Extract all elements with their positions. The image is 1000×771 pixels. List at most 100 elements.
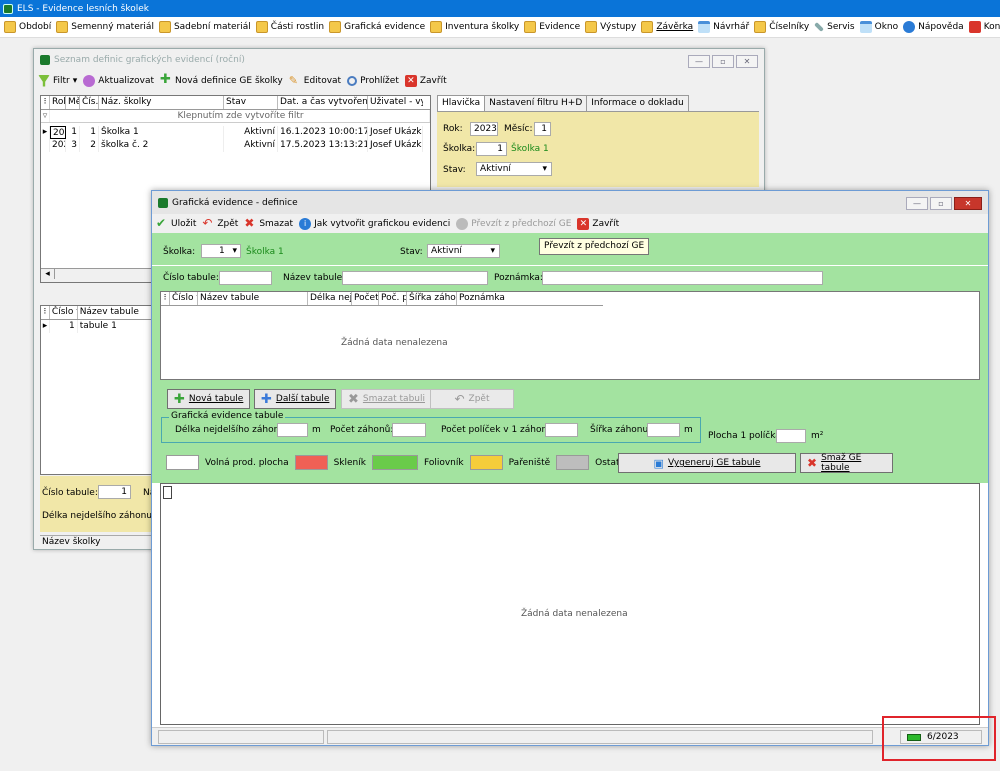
minimize-button[interactable]: — <box>688 55 710 68</box>
plocha-input[interactable] <box>776 429 806 443</box>
menu-casti[interactable]: Části rostlin <box>255 21 324 33</box>
filter-button[interactable]: Filtr ▾ <box>38 74 77 87</box>
copy-icon <box>456 217 469 230</box>
col-nazev[interactable]: Název tabule <box>198 292 308 305</box>
sirka-input[interactable] <box>647 423 680 437</box>
col-nazev-skolky[interactable]: Náz. školky <box>99 96 224 109</box>
menu-inventura[interactable]: Inventura školky <box>430 21 519 33</box>
menu-graficka[interactable]: Grafická evidence <box>329 21 425 33</box>
new-table-button[interactable]: ✚ Nová tabule <box>167 389 251 409</box>
rok-field[interactable]: 2023 <box>470 122 498 136</box>
delka-input[interactable] <box>277 423 308 437</box>
menu-zaverka[interactable]: Závěrka <box>641 21 693 33</box>
menu-okno[interactable]: Okno <box>859 21 898 33</box>
ge-canvas[interactable]: Žádná data nenalezena <box>160 483 980 725</box>
delete-button[interactable]: ✖ Smazat <box>244 217 293 230</box>
menu-sadebni[interactable]: Sadební materiál <box>158 21 251 33</box>
copy-previous-button[interactable]: Převzít z předchozí GE <box>456 217 571 230</box>
menu-konec[interactable]: Konec <box>968 21 1000 33</box>
col-stav[interactable]: Stav <box>224 96 278 109</box>
close-button[interactable]: ✕ <box>736 55 758 68</box>
book-icon <box>56 21 69 33</box>
col-mesic[interactable]: Mě <box>66 96 80 109</box>
definition-window: Grafická evidence - definice — ▫ ✕ ✔ Ulož… <box>151 190 989 746</box>
maximize-button[interactable]: ▫ <box>930 197 952 210</box>
nazev-tabule-input[interactable] <box>342 271 488 285</box>
stav-select[interactable]: Aktivní ▾ <box>476 162 552 176</box>
menu-semenny[interactable]: Semenný materiál <box>56 21 154 33</box>
col-datum[interactable]: Dat. a čas vytvoření <box>278 96 368 109</box>
table-detail-form: Číslo tabule: 1 Ná Délka nejdelšího záho… <box>40 476 156 532</box>
menu-vystupy[interactable]: Výstupy <box>585 21 636 33</box>
window-icon <box>859 21 872 33</box>
cislo-tabule-field[interactable]: 1 <box>98 485 131 499</box>
empty-message: Žádná data nenalezena <box>521 609 628 619</box>
plus-icon: ✚ <box>160 71 171 87</box>
legend-swatch-ostatni[interactable] <box>556 455 590 470</box>
filter-row[interactable]: ▿ Klepnutím zde vytvoříte filtr <box>41 110 430 123</box>
col-poznamka[interactable]: Poznámka <box>457 292 603 305</box>
scroll-left-icon[interactable]: ◂ <box>41 269 55 279</box>
table-row[interactable]: 202: 3 2 školka č. 2 Aktivní 17.5.2023 1… <box>41 139 430 152</box>
col-nazev-tabule[interactable]: Název tabule <box>78 306 156 319</box>
delete-ge-button[interactable]: ✖ Smaž GE tabule <box>800 453 893 473</box>
col-cislo[interactable]: Číslo t <box>170 292 198 305</box>
col-rok[interactable]: Rok <box>50 96 66 109</box>
menu-ciselniky[interactable]: Číselníky <box>754 21 809 33</box>
col-cislo[interactable]: Čís. <box>80 96 99 109</box>
generate-button[interactable]: ▣ Vygeneruj GE tabule <box>618 453 796 473</box>
mesic-field[interactable]: 1 <box>534 122 551 136</box>
refresh-button[interactable]: Aktualizovat <box>83 74 154 87</box>
status-bar: 6/2023 <box>152 727 988 745</box>
menu-navrhar[interactable]: Návrhář <box>698 21 749 33</box>
stav-select[interactable]: Aktivní ▾ <box>427 244 500 258</box>
col-poc-p[interactable]: Poč. p <box>379 292 407 305</box>
poznamka-input[interactable] <box>542 271 823 285</box>
list-window-titlebar[interactable]: Seznam definic grafických evidencí (ročn… <box>34 49 764 71</box>
legend-swatch-pareniste[interactable] <box>469 455 503 470</box>
tab-filtr[interactable]: Nastavení filtru H+D <box>484 95 588 111</box>
menu-evidence[interactable]: Evidence <box>524 21 580 33</box>
skolka-select[interactable]: 1 ▾ <box>201 244 241 258</box>
book-icon <box>524 21 537 33</box>
next-table-button[interactable]: ✚ Další tabule <box>254 389 337 409</box>
save-button[interactable]: ✔ Uložit <box>156 215 196 230</box>
col-pocet[interactable]: Počet <box>352 292 379 305</box>
back-button[interactable]: ↶ Zpět <box>202 217 238 230</box>
menu-napoveda[interactable]: Nápověda <box>903 21 964 33</box>
delete-icon: ✖ <box>348 391 359 407</box>
legend-swatch-volna[interactable] <box>166 455 199 470</box>
delete-table-button[interactable]: ✖ Smazat tabuli <box>341 389 432 409</box>
col-cislo-tabule[interactable]: Číslo t <box>50 306 78 319</box>
tabule-fields-panel: Číslo tabule: Název tabule: Poznámka: <box>152 266 988 290</box>
view-button[interactable]: Prohlížet <box>347 75 399 86</box>
lock-icon <box>641 21 654 33</box>
policek-input[interactable] <box>545 423 578 437</box>
howto-button[interactable]: i Jak vytvořit grafickou evidenci <box>299 217 450 230</box>
new-definition-button[interactable]: ✚ Nová definice GE školky <box>160 71 283 87</box>
minimize-button[interactable]: — <box>906 197 928 210</box>
maximize-button[interactable]: ▫ <box>712 55 734 68</box>
col-uzivatel[interactable]: Uživatel - vy <box>368 96 423 109</box>
skolka-field[interactable]: 1 <box>476 142 507 156</box>
close-button[interactable]: ✕ <box>954 197 982 210</box>
legend-swatch-sklenik[interactable] <box>294 455 328 470</box>
close-list-button[interactable]: ✕ Zavřít <box>404 74 447 87</box>
cislo-tabule-input[interactable] <box>219 271 272 285</box>
menu-servis[interactable]: Servis <box>814 22 855 32</box>
table-row[interactable]: ▸ 1 tabule 1 <box>41 320 156 333</box>
checkmark-icon: ✔ <box>156 215 167 230</box>
close-definition-button[interactable]: ✕ Zavřít <box>577 217 619 230</box>
tab-hlavicka[interactable]: Hlavička <box>437 95 486 111</box>
pocet-input[interactable] <box>392 423 426 437</box>
legend-swatch-foliovnik[interactable] <box>371 455 418 470</box>
menu-obdobi[interactable]: Období <box>4 21 51 33</box>
table-row[interactable]: ▸ 202: 1 1 Školka 1 Aktivní 16.1.2023 10… <box>41 126 430 139</box>
back-table-button[interactable]: ↶ Zpět <box>430 389 514 409</box>
col-sirka[interactable]: Šířka záhonu <box>407 292 457 305</box>
definition-window-titlebar[interactable]: Grafická evidence - definice — ▫ ✕ <box>152 191 988 214</box>
edit-button[interactable]: ✎ Editovat <box>289 75 341 87</box>
list-window-title: Seznam definic grafických evidencí (ročn… <box>54 55 245 65</box>
tab-informace[interactable]: Informace o dokladu <box>586 95 689 111</box>
col-delka[interactable]: Délka nejd <box>308 292 352 305</box>
